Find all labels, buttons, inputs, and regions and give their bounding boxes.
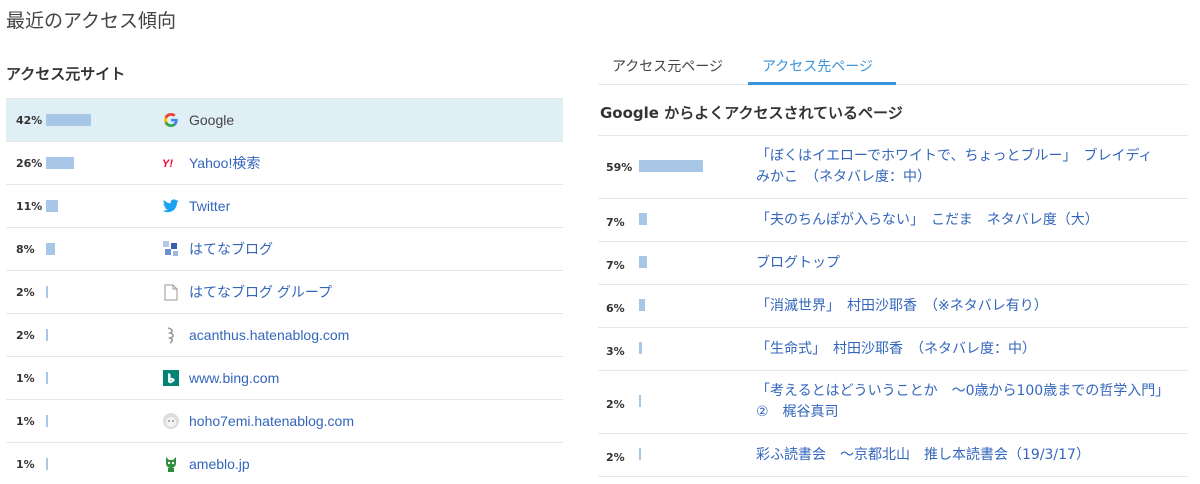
destination-bar (639, 299, 645, 311)
destination-row[interactable]: 2% 彩ふ読書会 ～京都北山 推し本読書会（19/3/17） (598, 434, 1188, 477)
destination-link[interactable]: 「消滅世界」 村田沙耶香 （※ネタバレ有り） (756, 296, 1166, 317)
twitter-icon (162, 197, 180, 215)
source-row-hatena-blog-group[interactable]: 2% はてなブログ グループ (6, 271, 563, 314)
destination-bar (639, 448, 641, 460)
destination-bar (639, 256, 647, 268)
destination-row[interactable]: 59% 「ぼくはイエローでホワイトで、ちょっとブルー」 ブレイディみかこ （ネタ… (598, 136, 1188, 199)
destination-percent: 3% (606, 345, 625, 358)
source-percent: 1% (16, 371, 35, 385)
source-link[interactable]: ameblo.jp (189, 456, 250, 472)
source-bar (46, 329, 48, 341)
source-percent: 11% (16, 199, 43, 213)
source-percent: 8% (16, 242, 35, 256)
svg-text:Y!: Y! (162, 158, 173, 170)
tab-bar: アクセス元ページ アクセス先ページ (598, 53, 1188, 85)
source-row-bing[interactable]: 1% www.bing.com (6, 357, 563, 400)
source-link[interactable]: はてなブログ グループ (189, 282, 332, 302)
source-bar (46, 157, 74, 169)
destination-row[interactable]: 6% 「消滅世界」 村田沙耶香 （※ネタバレ有り） (598, 285, 1188, 328)
source-row-hatena-blog[interactable]: 8% はてなブログ (6, 228, 563, 271)
destination-percent: 6% (606, 302, 625, 315)
source-bar (46, 458, 48, 470)
destinations-list: 59% 「ぼくはイエローでホワイトで、ちょっとブルー」 ブレイディみかこ （ネタ… (598, 135, 1188, 477)
destination-bar (639, 395, 641, 407)
destination-bar (639, 213, 647, 225)
destination-link[interactable]: 「ぼくはイエローでホワイトで、ちょっとブルー」 ブレイディみかこ （ネタバレ度：… (756, 146, 1166, 188)
access-sources-panel: アクセス元サイト 42% Google 26% Y! Yahoo!検索 11% … (6, 54, 563, 484)
source-link[interactable]: www.bing.com (189, 370, 279, 386)
source-percent: 42% (16, 113, 43, 127)
source-link[interactable]: Yahoo!検索 (189, 153, 260, 173)
yahoo-icon: Y! (162, 154, 180, 172)
source-link[interactable]: Twitter (189, 198, 230, 214)
access-sources-list: 42% Google 26% Y! Yahoo!検索 11% Twitter 8… (6, 98, 563, 484)
source-percent: 1% (16, 457, 35, 471)
document-icon (162, 283, 180, 301)
hoho7emi-icon (162, 412, 180, 430)
source-percent: 26% (16, 156, 43, 170)
source-row-twitter[interactable]: 11% Twitter (6, 185, 563, 228)
access-sources-heading: アクセス元サイト (6, 65, 126, 83)
destination-link[interactable]: ブログトップ (756, 253, 1166, 274)
source-bar (46, 286, 48, 298)
destination-link[interactable]: 「考えるとはどういうことか ～0歳から100歳までの哲学入門」 ② 梶谷真司 (756, 381, 1176, 423)
destination-percent: 7% (606, 216, 625, 229)
destination-link[interactable]: 「生命式」 村田沙耶香 （ネタバレ度：中） (756, 339, 1166, 360)
tab-access-destination-pages[interactable]: アクセス先ページ (748, 53, 896, 85)
destination-link[interactable]: 「夫のちんぽが入らない」 こだま ネタバレ度（大） (756, 210, 1166, 231)
source-bar (46, 243, 55, 255)
destination-percent: 2% (606, 398, 625, 411)
source-link[interactable]: Google (189, 112, 234, 128)
acanthus-icon (162, 326, 180, 344)
source-link[interactable]: hoho7emi.hatenablog.com (189, 413, 354, 429)
source-bar (46, 372, 48, 384)
destination-row[interactable]: 2% 「考えるとはどういうことか ～0歳から100歳までの哲学入門」 ② 梶谷真… (598, 371, 1188, 434)
destination-percent: 7% (606, 259, 625, 272)
destination-bar (639, 160, 703, 172)
source-percent: 2% (16, 328, 35, 342)
source-row-google[interactable]: 42% Google (6, 99, 563, 142)
source-bar (46, 114, 91, 126)
bing-icon (162, 369, 180, 387)
source-bar (46, 415, 48, 427)
destinations-heading: Google からよくアクセスされているページ (600, 104, 903, 122)
source-percent: 1% (16, 414, 35, 428)
destination-row[interactable]: 3% 「生命式」 村田沙耶香 （ネタバレ度：中） (598, 328, 1188, 371)
destination-row[interactable]: 7% ブログトップ (598, 242, 1188, 285)
ameblo-icon (162, 455, 180, 473)
destination-link[interactable]: 彩ふ読書会 ～京都北山 推し本読書会（19/3/17） (756, 445, 1166, 466)
source-row-yahoo[interactable]: 26% Y! Yahoo!検索 (6, 142, 563, 185)
destination-percent: 2% (606, 451, 625, 464)
tab-access-source-pages[interactable]: アクセス元ページ (612, 53, 723, 85)
source-bar (46, 200, 58, 212)
hatena-blog-icon (162, 240, 180, 258)
source-percent: 2% (16, 285, 35, 299)
source-row-acanthus[interactable]: 2% acanthus.hatenablog.com (6, 314, 563, 357)
access-destinations-panel: アクセス元ページ アクセス先ページ Google からよくアクセスされているペー… (598, 0, 1188, 484)
destination-percent: 59% (606, 161, 633, 174)
source-row-hoho7emi[interactable]: 1% hoho7emi.hatenablog.com (6, 400, 563, 443)
destination-row[interactable]: 7% 「夫のちんぽが入らない」 こだま ネタバレ度（大） (598, 199, 1188, 242)
google-icon (162, 111, 180, 129)
source-link[interactable]: はてなブログ (189, 239, 273, 259)
source-link[interactable]: acanthus.hatenablog.com (189, 327, 349, 343)
source-row-ameblo[interactable]: 1% ameblo.jp (6, 443, 563, 484)
page-title: 最近のアクセス傾向 (6, 10, 177, 32)
destination-bar (639, 342, 642, 354)
